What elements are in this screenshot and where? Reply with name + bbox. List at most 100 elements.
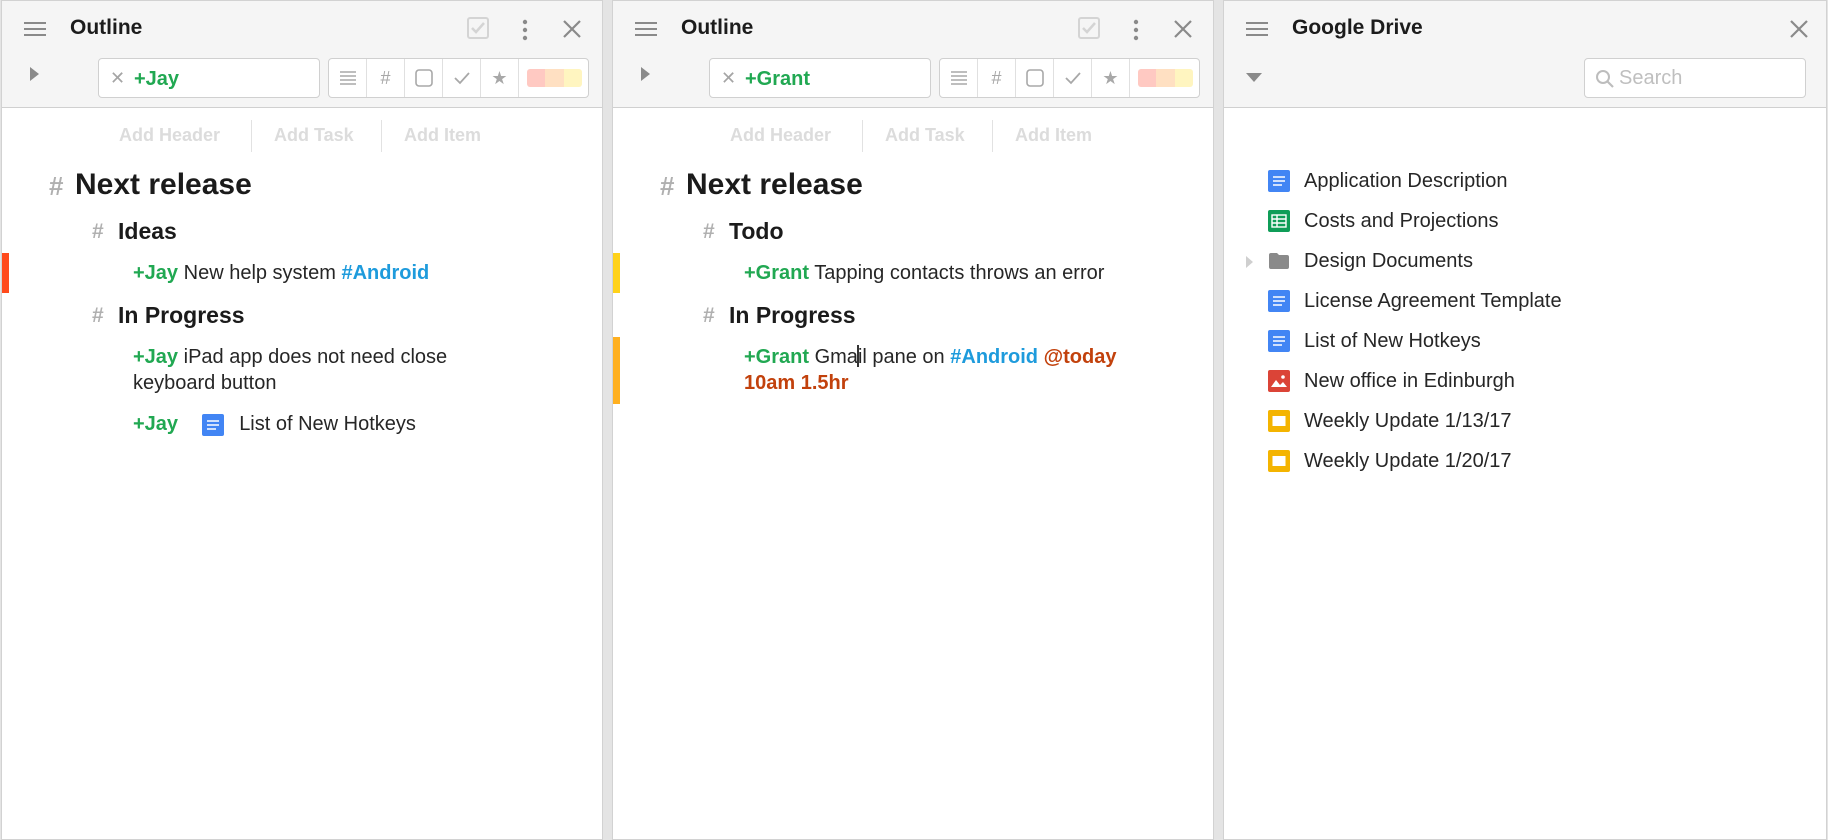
task-gmail-pane[interactable]: +Grant Gmail pane on #Android @today 10a… (744, 344, 1144, 396)
person-tag[interactable]: +Grant (744, 262, 809, 284)
task-list-of-new-hotkeys[interactable]: +Jay List of New Hotkeys (133, 411, 553, 437)
header-next-release[interactable]: Next release (75, 168, 252, 202)
person-tag[interactable]: +Jay (133, 262, 178, 284)
color-swatches[interactable] (1138, 69, 1193, 87)
sheet-icon (1268, 210, 1290, 232)
add-task-button[interactable]: Add Task (885, 120, 965, 150)
item-text: iPad app does not need close keyboard bu… (133, 346, 448, 394)
pane-header: Outline ✕ +Jay # ★ (2, 1, 602, 108)
expand-triangle-icon[interactable] (30, 67, 39, 81)
drive-file-row[interactable]: List of New Hotkeys (1224, 321, 1826, 361)
divider (251, 120, 252, 152)
search-input[interactable] (1619, 64, 1799, 92)
time-duration[interactable]: 10am 1.5hr (744, 372, 849, 394)
close-icon[interactable] (1171, 17, 1195, 41)
drive-file-row[interactable]: Weekly Update 1/13/17 (1224, 401, 1826, 441)
google-drive-pane: Google Drive Application Description Cos… (1223, 0, 1827, 840)
person-filter-input[interactable]: ✕ +Grant (709, 58, 931, 98)
filter-value: +Grant (745, 68, 811, 90)
checked-box-icon[interactable] (466, 16, 490, 40)
file-name: List of New Hotkeys (1304, 330, 1481, 352)
date-tag[interactable]: @today (1044, 346, 1117, 368)
list-icon[interactable] (940, 59, 978, 97)
pane-title: Outline (681, 16, 754, 39)
folder-icon (1269, 253, 1289, 269)
divider (992, 120, 993, 152)
divider (862, 120, 863, 152)
check-icon[interactable] (1054, 59, 1092, 97)
dropdown-arrow-icon[interactable] (1246, 73, 1262, 82)
filter-toolbar: # ★ (939, 58, 1200, 98)
clear-filter-icon[interactable]: ✕ (110, 68, 125, 88)
color-bar-red (2, 253, 9, 293)
person-tag[interactable]: +Jay (133, 346, 178, 368)
square-icon[interactable] (405, 59, 443, 97)
drive-file-row[interactable]: Application Description (1224, 161, 1826, 201)
doc-icon (1268, 330, 1290, 352)
search-box[interactable] (1584, 58, 1806, 98)
add-item-button[interactable]: Add Item (404, 120, 481, 150)
drive-file-row[interactable]: Costs and Projections (1224, 201, 1826, 241)
drive-file-row[interactable]: Weekly Update 1/20/17 (1224, 441, 1826, 481)
add-header-button[interactable]: Add Header (730, 120, 831, 150)
expand-folder-icon[interactable] (1246, 256, 1253, 268)
pane-title: Google Drive (1292, 16, 1423, 39)
file-name: Application Description (1304, 170, 1508, 192)
drive-file-row[interactable]: License Agreement Template (1224, 281, 1826, 321)
header-ideas[interactable]: Ideas (118, 218, 177, 245)
square-icon[interactable] (1016, 59, 1054, 97)
file-name: Weekly Update 1/20/17 (1304, 450, 1512, 472)
header-next-release[interactable]: Next release (686, 168, 863, 202)
hash-icon[interactable]: # (978, 59, 1016, 97)
file-name: Design Documents (1304, 250, 1473, 272)
doc-icon (201, 413, 224, 436)
add-item-button[interactable]: Add Item (1015, 120, 1092, 150)
pane-title: Outline (70, 16, 143, 39)
hamburger-menu-icon[interactable] (634, 18, 658, 40)
slides-icon (1268, 450, 1290, 472)
person-filter-input[interactable]: ✕ +Jay (98, 58, 320, 98)
drive-file-row[interactable]: New office in Edinburgh (1224, 361, 1826, 401)
header-todo[interactable]: Todo (729, 218, 784, 245)
star-icon[interactable]: ★ (1092, 59, 1130, 97)
hashtag[interactable]: #Android (950, 346, 1038, 368)
star-icon[interactable]: ★ (481, 59, 519, 97)
file-name: License Agreement Template (1304, 290, 1562, 312)
header-in-progress[interactable]: In Progress (729, 302, 856, 329)
color-bar-yellow (613, 253, 620, 293)
item-text: Tapping contacts throws an error (814, 262, 1105, 284)
hamburger-menu-icon[interactable] (23, 18, 47, 40)
expand-triangle-icon[interactable] (641, 67, 650, 81)
hash-icon: # (92, 304, 104, 327)
add-header-button[interactable]: Add Header (119, 120, 220, 150)
slides-icon (1268, 410, 1290, 432)
clear-filter-icon[interactable]: ✕ (721, 68, 736, 88)
outline-pane-grant: Outline ✕ +Grant # ★ Add Header Add Task… (612, 0, 1214, 840)
hashtag[interactable]: #Android (341, 262, 429, 284)
add-row: Add Header Add Task Add Item (613, 120, 1213, 152)
more-vertical-icon[interactable] (1124, 18, 1148, 42)
add-task-button[interactable]: Add Task (274, 120, 354, 150)
close-icon[interactable] (560, 17, 584, 41)
filter-toolbar: # ★ (328, 58, 589, 98)
drive-folder-row[interactable]: Design Documents (1224, 241, 1826, 281)
hash-icon: # (49, 171, 64, 201)
item-text-b: il pane on (857, 346, 945, 368)
linked-doc-name[interactable]: List of New Hotkeys (239, 413, 416, 435)
color-swatches[interactable] (527, 69, 582, 87)
list-icon[interactable] (329, 59, 367, 97)
person-tag[interactable]: +Grant (744, 346, 809, 368)
header-in-progress[interactable]: In Progress (118, 302, 245, 329)
hash-icon: # (92, 220, 104, 243)
task-ipad-app[interactable]: +Jay iPad app does not need close keyboa… (133, 344, 473, 396)
task-new-help-system[interactable]: +Jay New help system #Android (133, 260, 533, 286)
hash-icon[interactable]: # (367, 59, 405, 97)
hamburger-menu-icon[interactable] (1245, 18, 1269, 40)
close-icon[interactable] (1787, 17, 1811, 41)
checked-box-icon[interactable] (1077, 16, 1101, 40)
more-vertical-icon[interactable] (513, 18, 537, 42)
task-tapping-contacts[interactable]: +Grant Tapping contacts throws an error (744, 260, 1184, 286)
filter-value: +Jay (134, 68, 180, 90)
check-icon[interactable] (443, 59, 481, 97)
person-tag[interactable]: +Jay (133, 413, 178, 435)
